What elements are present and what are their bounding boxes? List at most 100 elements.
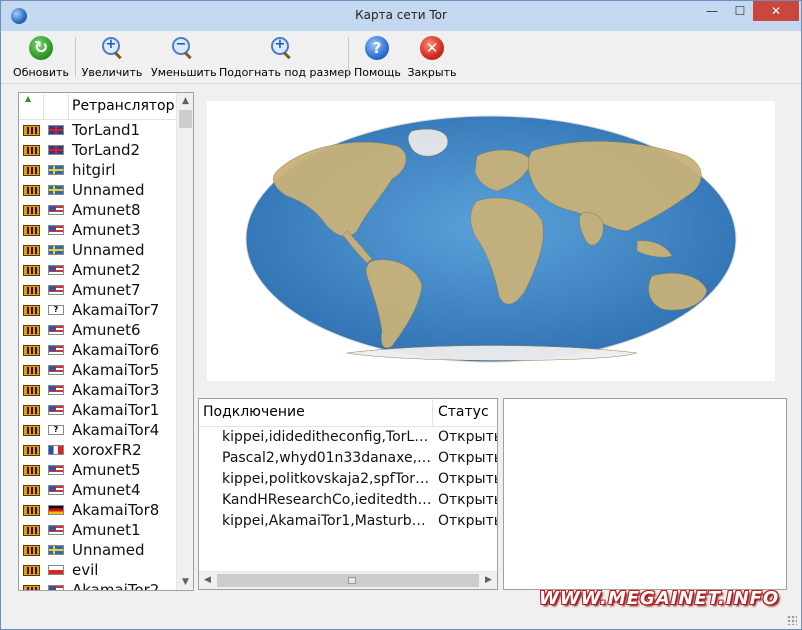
bandwidth-icon [23,425,40,436]
relay-column-header[interactable]: Ретранслятор [72,98,175,114]
relay-list-item[interactable]: Unnamed [19,240,176,260]
relay-name: Amunet8 [72,201,141,219]
country-flag-icon [48,445,64,455]
relay-list-item[interactable]: AkamaiTor8 [19,500,176,520]
status-column-header[interactable]: Статус [438,404,489,420]
relay-list-item[interactable]: ? AkamaiTor7 [19,300,176,320]
relay-list-item[interactable]: AkamaiTor6 [19,340,176,360]
relay-name: AkamaiTor8 [72,501,160,519]
connection-row[interactable]: KandHResearchCo,ieditedtheconfig,AkamaiT… [199,490,497,511]
relay-list-item[interactable]: Amunet3 [19,220,176,240]
bandwidth-icon [23,585,40,590]
country-flag-icon [48,585,64,590]
relay-list-item[interactable]: AkamaiTor1 [19,400,176,420]
relay-name: Amunet3 [72,221,141,239]
scroll-right-arrow-icon[interactable]: ▶ [480,572,497,589]
resize-grip-icon[interactable] [787,615,797,625]
relay-list-item[interactable]: TorLand1 [19,120,176,140]
bandwidth-icon [23,265,40,276]
relay-list-scrollbar[interactable]: ▲ ▼ [176,93,193,590]
help-icon: ? [365,36,389,60]
relay-list-panel[interactable]: ▲ Ретранслятор TorLand1 TorLand2 hitgirl Un… [18,92,194,591]
bandwidth-icon [23,545,40,556]
zoom-in-button[interactable]: + Увеличить [81,34,143,80]
relay-name: Amunet6 [72,321,141,339]
zoom-fit-icon: + [269,36,293,60]
scrollbar-thumb[interactable] [179,110,192,128]
connection-row[interactable]: Pascal2,whyd01n33danaxe,Amunet4 Открыть [199,448,497,469]
zoom-in-label: Увеличить [81,66,143,79]
help-button[interactable]: ? Помощь [354,34,401,80]
grip-icon [348,577,356,584]
country-flag-icon [48,325,64,335]
relay-list-item[interactable]: AkamaiTor3 [19,380,176,400]
country-flag-icon: ? [48,425,64,435]
relay-name: Unnamed [72,541,145,559]
circuit-status: Открыть [438,513,498,529]
minimize-button[interactable]: — [698,1,726,21]
relay-list-item[interactable]: Amunet7 [19,280,176,300]
country-flag-icon [48,365,64,375]
relay-list-item[interactable]: Amunet6 [19,320,176,340]
relay-list-item[interactable]: AkamaiTor2 [19,580,176,590]
relay-list-item[interactable]: evil [19,560,176,580]
relay-list-item[interactable]: xoroxFR2 [19,440,176,460]
zoom-fit-button[interactable]: + Подогнать под размер [219,34,351,80]
relay-name: Unnamed [72,241,145,259]
relay-list-item[interactable]: AkamaiTor5 [19,360,176,380]
relay-list: TorLand1 TorLand2 hitgirl Unnamed Amunet8 Amu… [19,120,176,590]
relay-list-item[interactable]: Amunet8 [19,200,176,220]
relay-name: Amunet2 [72,261,141,279]
close-button[interactable]: ✕ Закрыть [407,34,457,80]
bandwidth-icon [23,485,40,496]
title-bar[interactable]: Карта сети Tor — ☐ ✕ [1,1,801,31]
relay-list-item[interactable]: Amunet1 [19,520,176,540]
maximize-button[interactable]: ☐ [726,1,754,21]
scroll-up-arrow-icon[interactable]: ▲ [177,93,193,109]
relay-list-item[interactable]: hitgirl [19,160,176,180]
relay-list-item[interactable]: Amunet5 [19,460,176,480]
country-flag-icon [48,145,64,155]
relay-list-item[interactable]: Amunet2 [19,260,176,280]
scroll-down-arrow-icon[interactable]: ▼ [177,574,193,590]
bandwidth-icon [23,405,40,416]
world-map[interactable] [207,101,775,381]
tor-network-map-window: Карта сети Tor — ☐ ✕ Обновить + Увеличит… [0,0,802,630]
scrollbar-thumb[interactable] [217,574,479,587]
relay-name: AkamaiTor4 [72,421,160,439]
scroll-left-arrow-icon[interactable]: ◀ [199,572,216,589]
connections-hscrollbar[interactable]: ◀ ▶ [199,571,497,589]
country-flag-icon [48,545,64,555]
relay-list-item[interactable]: TorLand2 [19,140,176,160]
circuit-path: kippei,idideditheconfig,TorLand1 [222,429,432,445]
country-flag-icon [48,385,64,395]
bandwidth-icon [23,505,40,516]
country-column-header[interactable] [44,93,69,119]
relay-list-item[interactable]: ? AkamaiTor4 [19,420,176,440]
bandwidth-icon [23,305,40,316]
connection-row[interactable]: kippei,politkovskaja2,spfTor1e1 Открыть [199,469,497,490]
relay-list-item[interactable]: Unnamed [19,180,176,200]
close-label: Закрыть [407,66,457,79]
circuit-path: kippei,politkovskaja2,spfTor1e1 [222,471,432,487]
refresh-button[interactable]: Обновить [11,34,71,80]
close-window-button[interactable]: ✕ [753,1,799,21]
connection-column-header[interactable]: Подключение [203,404,305,420]
connection-row[interactable]: kippei,idideditheconfig,TorLand1 Открыть [199,427,497,448]
country-flag-icon [48,345,64,355]
close-icon: ✕ [420,36,444,60]
relay-list-item[interactable]: Amunet4 [19,480,176,500]
connection-row[interactable]: kippei,AkamaiTor1,Masturbator Открыть [199,511,497,532]
zoom-out-button[interactable]: − Уменьшить [151,34,217,80]
circuit-path: Pascal2,whyd01n33danaxe,Amunet4 [222,450,432,466]
connections-table[interactable]: Подключение Статус kippei,idideditheconf… [198,398,498,590]
country-flag-icon [48,285,64,295]
country-flag-icon [48,565,64,575]
window-title: Карта сети Tor [355,8,447,22]
column-divider[interactable] [432,399,433,426]
bandwidth-icon [23,285,40,296]
bandwidth-column-header[interactable]: ▲ [19,93,44,119]
relay-name: Amunet5 [72,461,141,479]
relay-list-item[interactable]: Unnamed [19,540,176,560]
bandwidth-icon [23,565,40,576]
